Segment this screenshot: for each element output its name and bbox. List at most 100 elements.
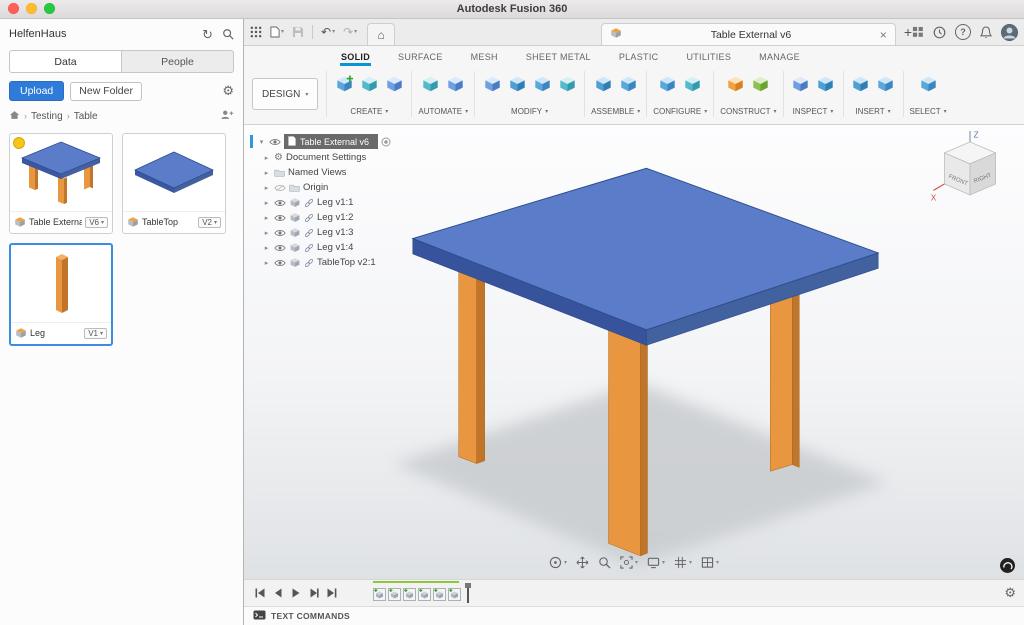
expand-icon[interactable]: ▸ [262, 154, 271, 162]
breadcrumb-item-testing[interactable]: Testing [31, 111, 63, 122]
document-tab[interactable]: Table External v6 × [601, 23, 896, 45]
team-name[interactable]: HelfenHaus [9, 28, 193, 40]
asset-card-leg[interactable]: LegV1▾ [9, 243, 113, 346]
expand-icon[interactable]: ▸ [262, 214, 271, 222]
home-tab[interactable]: ⌂ [367, 23, 395, 45]
skip-start-button[interactable] [252, 586, 267, 601]
table-leg[interactable] [770, 284, 799, 472]
timeline-feature-icon[interactable] [433, 588, 446, 601]
timeline-feature-icon[interactable] [388, 588, 401, 601]
apps-grid-icon[interactable] [250, 26, 262, 38]
close-tab-icon[interactable]: × [880, 29, 887, 41]
expand-icon[interactable]: ▸ [262, 184, 271, 192]
modify-tool-icon[interactable] [481, 73, 503, 94]
browser-root-row[interactable]: ▾ Table External v6 [250, 133, 391, 150]
undo-icon[interactable]: ↶▾ [321, 26, 335, 38]
browser-item-leg-v1-3[interactable]: ▸Leg v1:3 [250, 225, 391, 240]
automate-tool-icon[interactable] [420, 73, 442, 94]
select-tool-icon[interactable] [917, 73, 939, 94]
modify-tool-icon[interactable] [506, 73, 528, 94]
create-tool-icon[interactable] [333, 73, 355, 94]
construct-tool-icon[interactable] [725, 73, 747, 94]
eye-icon[interactable] [274, 259, 286, 267]
user-avatar[interactable] [1001, 24, 1018, 41]
configure-tool-icon[interactable] [682, 73, 704, 94]
display-icon[interactable]: ▾ [644, 554, 668, 570]
redo-icon[interactable]: ↷▾ [343, 26, 357, 38]
activate-radio-icon[interactable] [381, 137, 391, 147]
inspect-tool-icon[interactable] [815, 73, 837, 94]
text-commands-label[interactable]: TEXT COMMANDS [271, 611, 350, 621]
browser-item-origin[interactable]: ▸Origin [250, 180, 391, 195]
panel-settings-gear-icon[interactable]: ⚙ [222, 83, 234, 99]
viewport-3d[interactable]: ▾ Table External v6 [244, 125, 1024, 579]
assemble-tool-icon[interactable] [592, 73, 614, 94]
expand-icon[interactable]: ▸ [262, 169, 271, 177]
ribbon-tab-surface[interactable]: SURFACE [397, 52, 444, 66]
table-leg[interactable] [459, 260, 485, 464]
table-leg[interactable] [609, 325, 648, 556]
browser-item-leg-v1-1[interactable]: ▸Leg v1:1 [250, 195, 391, 210]
insert-tool-icon[interactable] [875, 73, 897, 94]
play-button[interactable] [288, 586, 303, 601]
modify-menu[interactable]: MODIFY▾ [511, 107, 548, 117]
notifications-bell-icon[interactable] [980, 26, 992, 39]
zoom-icon[interactable] [595, 554, 614, 570]
zoom-window-button[interactable] [44, 3, 55, 14]
assemble-menu[interactable]: ASSEMBLE▾ [591, 107, 640, 117]
ribbon-tab-sheet-metal[interactable]: SHEET METAL [525, 52, 592, 66]
minimize-window-button[interactable] [26, 3, 37, 14]
create-tool-icon[interactable] [383, 73, 405, 94]
job-status-clock-icon[interactable] [933, 26, 946, 39]
expand-icon[interactable]: ▸ [262, 229, 271, 237]
ribbon-tab-plastic[interactable]: PLASTIC [618, 52, 660, 66]
close-window-button[interactable] [8, 3, 19, 14]
ribbon-tab-mesh[interactable]: MESH [470, 52, 499, 66]
new-folder-button[interactable]: New Folder [70, 82, 142, 101]
timeline-settings-gear-icon[interactable]: ⚙ [1004, 585, 1016, 601]
modify-tool-icon[interactable] [531, 73, 553, 94]
asset-card-table-external[interactable]: Table ExternalV6▾ [9, 133, 113, 234]
browser-item-tabletop-v2-1[interactable]: ▸TableTop v2:1 [250, 255, 391, 270]
timeline-feature-icon[interactable] [448, 588, 461, 601]
timeline-feature-icon[interactable] [418, 588, 431, 601]
inspect-menu[interactable]: INSPECT▾ [793, 107, 834, 117]
create-tool-icon[interactable] [358, 73, 380, 94]
expand-icon[interactable]: ▸ [262, 244, 271, 252]
browser-item-leg-v1-2[interactable]: ▸Leg v1:2 [250, 210, 391, 225]
eye-icon[interactable] [274, 229, 286, 237]
text-commands-icon[interactable] [253, 607, 266, 625]
construct-tool-icon[interactable] [750, 73, 772, 94]
grid-icon[interactable]: ▾ [671, 554, 695, 570]
select-menu[interactable]: SELECT▾ [910, 107, 947, 117]
version-dropdown[interactable]: V1▾ [84, 328, 107, 339]
project-home-icon[interactable] [9, 110, 20, 123]
breadcrumb-item-table[interactable]: Table [74, 111, 98, 122]
insert-tool-icon[interactable] [850, 73, 872, 94]
timeline-feature-icon[interactable] [403, 588, 416, 601]
view-cube[interactable]: Z FRONT RIGHT X [928, 129, 1012, 222]
ribbon-tab-utilities[interactable]: UTILITIES [685, 52, 732, 66]
orbit-icon[interactable]: ▾ [546, 554, 570, 570]
eye-icon[interactable] [274, 244, 286, 252]
refresh-icon[interactable]: ↻ [202, 28, 213, 41]
timeline-position-marker[interactable] [467, 585, 469, 603]
pan-icon[interactable] [573, 554, 592, 570]
ribbon-tab-manage[interactable]: MANAGE [758, 52, 801, 66]
eye-icon[interactable] [274, 214, 286, 222]
browser-item-document-settings[interactable]: ▸⚙Document Settings [250, 150, 391, 165]
help-icon[interactable]: ? [955, 24, 971, 40]
save-icon[interactable] [292, 26, 304, 38]
fit-icon[interactable]: ▾ [617, 554, 641, 570]
create-menu[interactable]: CREATE▾ [350, 107, 388, 117]
insert-menu[interactable]: INSERT▾ [855, 107, 890, 117]
timeline-track[interactable] [373, 583, 469, 603]
skip-end-button[interactable] [324, 586, 339, 601]
automate-tool-icon[interactable] [445, 73, 467, 94]
browser-item-leg-v1-4[interactable]: ▸Leg v1:4 [250, 240, 391, 255]
configure-tool-icon[interactable] [657, 73, 679, 94]
expand-icon[interactable]: ▸ [262, 199, 271, 207]
search-icon[interactable] [222, 28, 234, 40]
asset-card-tabletop[interactable]: TableTopV2▾ [122, 133, 226, 234]
eye-off-icon[interactable] [274, 184, 286, 192]
